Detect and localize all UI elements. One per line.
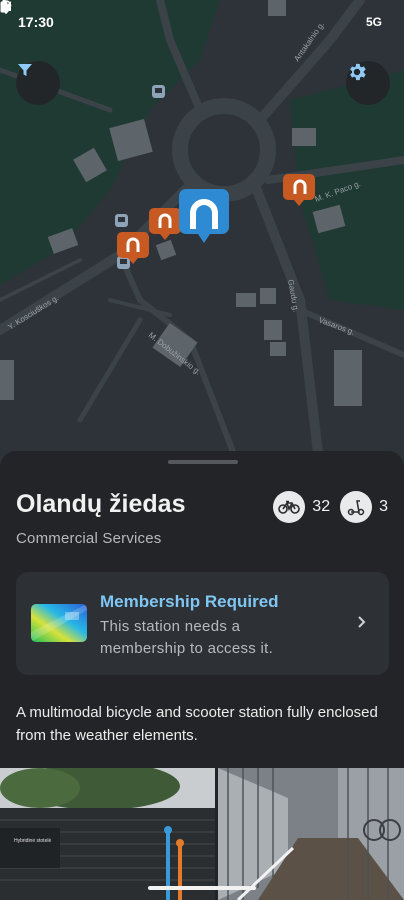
street-label: Vasaros g. [317,315,355,336]
map-view[interactable]: Y. Kosciuškos g. M. Dobužinskio g. Gaudu… [0,0,404,470]
bus-stop-icon[interactable] [152,85,165,98]
station-name: Olandų žiedas [16,490,186,518]
station-category: Commercial Services [16,530,162,547]
station-photo-exterior[interactable]: Hybridinė stotelė [0,768,215,900]
sheet-drag-handle[interactable] [168,460,238,464]
bike-count: 32 [273,491,330,523]
station-marker-icon[interactable] [149,208,181,240]
gesture-nav-bar[interactable] [148,886,256,890]
photo-sign-text: Hybridinė stotelė [14,838,51,844]
street-label: Y. Kosciuškos g. [6,293,60,331]
bus-stop-icon[interactable] [115,214,128,227]
bike-count-value: 32 [312,498,331,515]
chevron-right-icon [358,616,366,628]
membership-card-icon [31,604,87,642]
network-type: 5G [365,15,382,29]
station-photo-interior[interactable] [218,768,404,900]
membership-title: Membership Required [100,592,279,611]
selected-station-marker-icon[interactable] [179,189,229,243]
station-description: A multimodal bicycle and scooter station… [16,704,378,744]
status-bar: 17:30 5G [0,0,404,44]
bike-badge [273,491,306,523]
status-icons: 5G [0,0,382,29]
filter-icon [18,64,32,76]
station-details-sheet[interactable]: Olandų žiedas Commercial Services 32 3 M… [0,451,404,900]
scooter-count: 3 [340,491,388,523]
status-time: 17:30 [18,14,54,30]
station-photo-gallery[interactable]: Hybridinė stotelė [0,768,404,900]
scooter-count-value: 3 [379,498,388,515]
vehicle-counts: 32 3 [273,491,388,523]
bicycle-icon [278,500,301,514]
membership-required-card[interactable]: Membership Required This station needs a… [16,572,389,675]
gear-icon [350,63,366,81]
membership-description: This station needs a membership to acces… [100,618,274,657]
settings-button[interactable] [346,61,390,105]
filter-button[interactable] [16,61,60,105]
battery-icon [0,0,8,13]
scooter-icon [347,500,365,516]
map-canvas[interactable]: Y. Kosciuškos g. M. Dobužinskio g. Gaudu… [0,0,404,470]
scooter-badge [340,491,373,523]
